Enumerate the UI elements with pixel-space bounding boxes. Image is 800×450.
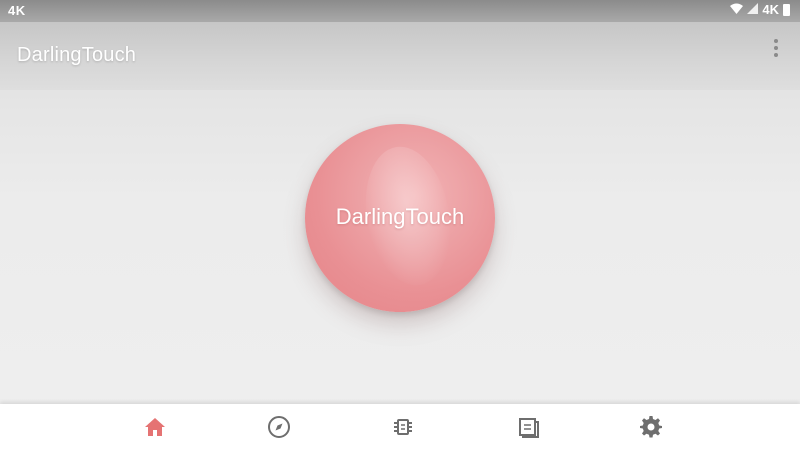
wifi-icon <box>730 2 744 17</box>
status-bar: 4K 4K <box>0 0 800 22</box>
nav-item-settings[interactable] <box>636 412 666 442</box>
app-title: DarlingTouch <box>17 44 137 66</box>
chip-icon <box>391 415 415 439</box>
status-icons: 4K <box>730 2 790 17</box>
journal-icon <box>517 415 541 439</box>
touch-button-label: DarlingTouch <box>335 204 465 229</box>
nav-item-chip[interactable] <box>388 412 418 442</box>
app-bar: DarlingTouch <box>0 22 800 90</box>
nav-item-explore[interactable] <box>264 412 294 442</box>
app-screen: 4K 4K DarlingTouch DarlingTouch <box>0 0 800 450</box>
darling-touch-button[interactable]: DarlingTouch <box>305 124 495 312</box>
gear-icon <box>639 415 663 439</box>
main-content: DarlingTouch <box>0 90 800 404</box>
compass-icon <box>267 415 291 439</box>
battery-icon <box>783 3 790 16</box>
signal-icon <box>747 2 759 17</box>
status-resolution-label: 4K <box>8 3 26 18</box>
nav-item-home[interactable] <box>140 412 170 442</box>
more-vert-icon[interactable] <box>764 34 788 62</box>
bottom-navigation <box>0 404 800 450</box>
home-icon <box>143 416 167 438</box>
status-right-label: 4K <box>762 2 779 17</box>
nav-item-journal[interactable] <box>514 412 544 442</box>
